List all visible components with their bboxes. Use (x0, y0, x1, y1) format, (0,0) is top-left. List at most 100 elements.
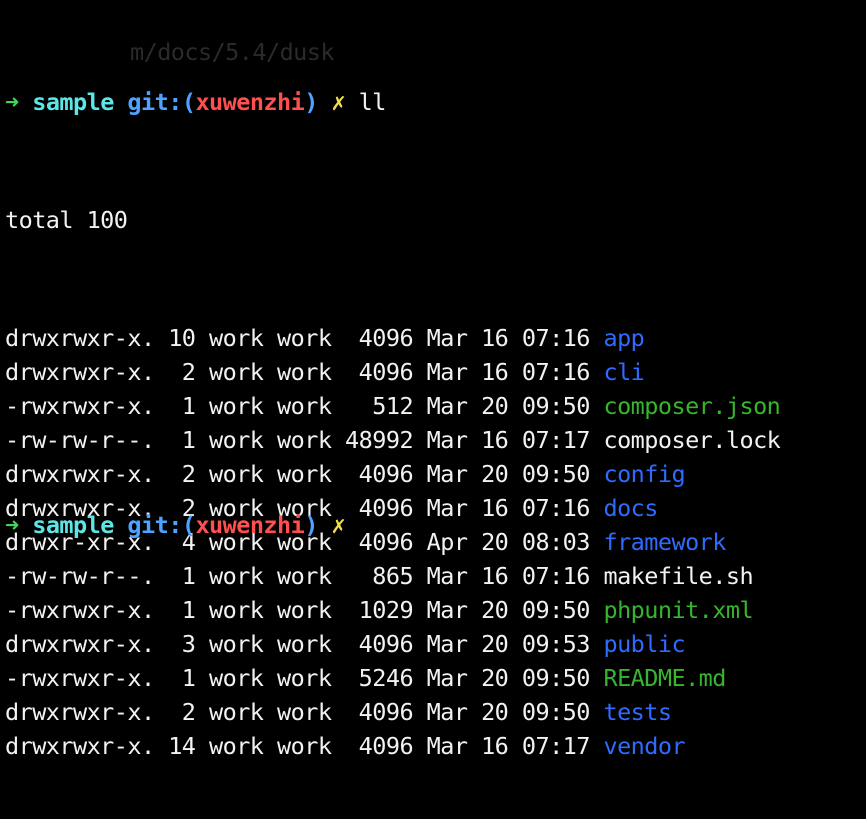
listing-row: drwxrwxr-x. 2 work work 4096 Mar 20 09:5… (5, 695, 866, 729)
group: work (277, 732, 332, 760)
permissions: drwxrwxr-x. (5, 324, 155, 352)
day: 16 (481, 494, 509, 522)
file-name-dir: framework (603, 528, 726, 556)
permissions: -rwxrwxr-x. (5, 664, 155, 692)
file-name-dir: tests (603, 698, 672, 726)
time: 07:16 (521, 494, 591, 522)
terminal-window[interactable]: ➜ sample git:(xuwenzhi) ✗ ll total 100 d… (0, 0, 866, 760)
owner: work (209, 324, 264, 352)
file-name-dir: vendor (603, 732, 686, 760)
time: 09:50 (521, 664, 591, 692)
group: work (277, 460, 332, 488)
month: Mar (426, 562, 468, 590)
owner: work (209, 630, 264, 658)
month: Mar (426, 732, 468, 760)
total-text: total 100 (5, 206, 128, 234)
group: work (277, 596, 332, 624)
listing-row: -rw-rw-r--. 1 work work 48992 Mar 16 07:… (5, 423, 866, 457)
permissions: drwxrwxr-x. (5, 630, 155, 658)
listing-row: drwxrwxr-x. 10 work work 4096 Mar 16 07:… (5, 321, 866, 355)
file-size: 4096 (345, 630, 414, 658)
link-count: 14 (168, 732, 196, 760)
time: 09:50 (521, 392, 591, 420)
owner: work (209, 562, 264, 590)
prompt-paren-open: ( (181, 88, 196, 116)
day: 20 (481, 392, 509, 420)
next-prompt-branch: xuwenzhi (195, 511, 305, 539)
listing-row: -rw-rw-r--. 1 work work 865 Mar 16 07:16… (5, 559, 866, 593)
next-prompt-directory: sample (32, 511, 114, 539)
time: 07:16 (521, 358, 591, 386)
file-name-exec: README.md (603, 664, 726, 692)
listing-row: -rwxrwxr-x. 1 work work 512 Mar 20 09:50… (5, 389, 866, 423)
file-size: 5246 (345, 664, 414, 692)
permissions: -rwxrwxr-x. (5, 392, 155, 420)
listing-row: -rwxrwxr-x. 1 work work 5246 Mar 20 09:5… (5, 661, 866, 695)
file-size: 4096 (345, 358, 414, 386)
link-count: 2 (168, 698, 196, 726)
month: Mar (426, 698, 468, 726)
file-name-dir: cli (603, 358, 645, 386)
month: Mar (426, 460, 468, 488)
day: 20 (481, 630, 509, 658)
file-name-file: composer.lock (603, 426, 781, 454)
time: 09:50 (521, 460, 591, 488)
listing-row: drwxrwxr-x. 14 work work 4096 Mar 16 07:… (5, 729, 866, 763)
day: 20 (481, 460, 509, 488)
total-line: total 100 (5, 203, 866, 237)
link-count: 1 (168, 392, 196, 420)
permissions: -rw-rw-r--. (5, 562, 155, 590)
month: Mar (426, 494, 468, 522)
owner: work (209, 664, 264, 692)
time: 07:16 (521, 562, 591, 590)
prompt-arrow: ➜ (5, 88, 19, 116)
group: work (277, 426, 332, 454)
file-size: 1029 (345, 596, 414, 624)
next-prompt-arrow: ➜ (5, 511, 19, 539)
file-name-dir: app (603, 324, 645, 352)
day: 20 (481, 596, 509, 624)
owner: work (209, 596, 264, 624)
time: 09:50 (521, 698, 591, 726)
file-size: 4096 (345, 698, 414, 726)
permissions: drwxrwxr-x. (5, 358, 155, 386)
month: Apr (426, 528, 468, 556)
day: 20 (481, 664, 509, 692)
permissions: drwxrwxr-x. (5, 698, 155, 726)
prompt-dirty-marker: ✗ (331, 88, 346, 116)
owner: work (209, 392, 264, 420)
permissions: -rwxrwxr-x. (5, 596, 155, 624)
month: Mar (426, 358, 468, 386)
month: Mar (426, 664, 468, 692)
file-name-exec: composer.json (603, 392, 781, 420)
file-listing: drwxrwxr-x. 10 work work 4096 Mar 16 07:… (5, 321, 866, 763)
file-size: 48992 (345, 426, 414, 454)
time: 09:53 (521, 630, 591, 658)
time: 09:50 (521, 596, 591, 624)
day: 16 (481, 562, 509, 590)
link-count: 1 (168, 596, 196, 624)
day: 16 (481, 358, 509, 386)
owner: work (209, 426, 264, 454)
listing-row: -rwxrwxr-x. 1 work work 1029 Mar 20 09:5… (5, 593, 866, 627)
permissions: drwxrwxr-x. (5, 732, 155, 760)
prompt-line: ➜ sample git:(xuwenzhi) ✗ ll (5, 85, 866, 119)
file-size: 4096 (345, 460, 414, 488)
permissions: drwxrwxr-x. (5, 460, 155, 488)
owner: work (209, 358, 264, 386)
next-prompt-paren-open: ( (181, 511, 196, 539)
group: work (277, 358, 332, 386)
time: 07:16 (521, 324, 591, 352)
day: 16 (481, 324, 509, 352)
link-count: 3 (168, 630, 196, 658)
link-count: 1 (168, 562, 196, 590)
link-count: 1 (168, 664, 196, 692)
file-size: 4096 (345, 494, 414, 522)
link-count: 2 (168, 460, 196, 488)
group: work (277, 392, 332, 420)
permissions: -rw-rw-r--. (5, 426, 155, 454)
month: Mar (426, 630, 468, 658)
link-count: 10 (168, 324, 196, 352)
day: 16 (481, 732, 509, 760)
group: work (277, 562, 332, 590)
